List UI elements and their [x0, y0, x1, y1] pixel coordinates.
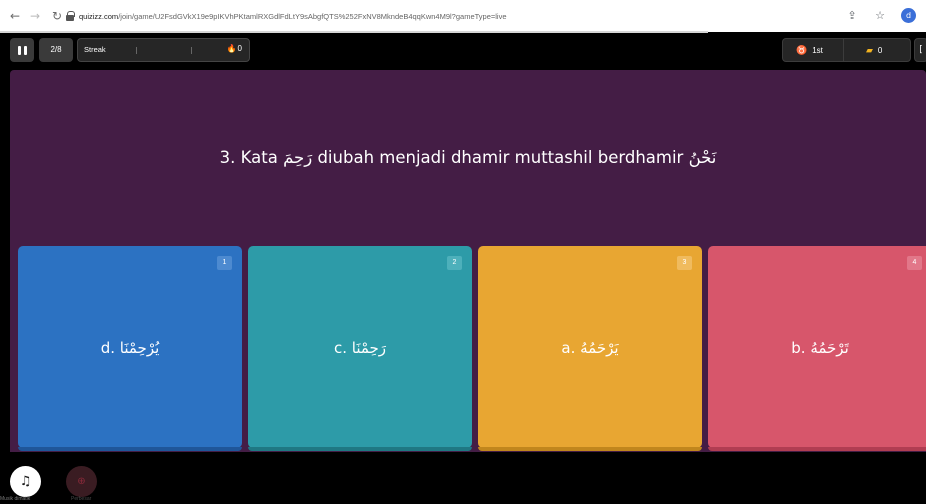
pause-icon	[17, 45, 21, 55]
forward-arrow-icon[interactable]: →	[27, 8, 43, 24]
streak-tick	[136, 47, 137, 54]
medal-icon: ♉	[796, 44, 808, 55]
url-host: quizizz.com	[79, 11, 119, 21]
streak-count-group: 🔥 0	[227, 44, 242, 53]
back-arrow-icon[interactable]: ←	[7, 8, 23, 24]
rank-text: 1st	[812, 45, 823, 55]
bookmark-star-icon[interactable]: ☆	[873, 9, 887, 23]
options-area: 1 d. يُرْحِمْنَا 2 c. رَحِمْنَا 3 a. يَر…	[10, 240, 926, 452]
question-counter: 2/8	[39, 38, 73, 62]
answer-option-2[interactable]: 2 c. رَحِمْنَا	[248, 246, 472, 451]
zoom-button[interactable]: ⊕	[66, 466, 97, 497]
reload-icon[interactable]: ↻	[49, 8, 65, 24]
option-number: 1	[217, 256, 232, 270]
zoom-label: Perbesar	[71, 496, 92, 502]
music-toggle-button[interactable]: ♫	[10, 466, 41, 497]
option-text: b. تَرْحَمُهُ	[791, 339, 849, 357]
leaderboard-box[interactable]: ♉ 1st ▰ 0	[782, 38, 911, 62]
lock-icon	[66, 11, 75, 21]
divider	[843, 39, 844, 61]
music-label: Musik dimatik	[0, 496, 31, 502]
fullscreen-button[interactable]: [	[914, 38, 926, 62]
url-text: quizizz.com/join/game/U2FsdGVkX19e9pIKVh…	[79, 12, 507, 21]
answer-option-4[interactable]: 4 b. تَرْحَمُهُ	[708, 246, 926, 451]
bottom-bar: ♫ Musik dimatik ⊕ Perbesar	[0, 452, 926, 504]
browser-toolbar: ← → ↻ quizizz.com/join/game/U2FsdGVkX19e…	[0, 0, 926, 33]
share-icon[interactable]: ⇪	[845, 9, 859, 23]
option-text: c. رَحِمْنَا	[333, 339, 387, 357]
option-text: a. يَرْحَمُهُ	[561, 339, 619, 357]
answer-option-1[interactable]: 1 d. يُرْحِمْنَا	[18, 246, 242, 451]
option-number: 2	[447, 256, 462, 270]
rank-item: ♉ 1st	[796, 39, 823, 61]
streak-tick	[191, 47, 192, 54]
coins-icon: ▰	[866, 44, 873, 55]
question-panel: 3. Kata رَحِمَ diubah menjadi dhamir mut…	[10, 70, 926, 245]
pause-button[interactable]	[10, 38, 34, 62]
profile-avatar[interactable]: d	[901, 8, 916, 23]
url-path: /join/game/U2FsdGVkX19e9pIKVhPKtamlRXGdl…	[118, 11, 507, 21]
streak-label: Streak	[84, 45, 106, 54]
option-number: 3	[677, 256, 692, 270]
zoom-icon: ⊕	[77, 476, 86, 487]
question-text: 3. Kata رَحِمَ diubah menjadi dhamir mut…	[219, 148, 717, 167]
coins-item: ▰ 0	[866, 39, 882, 61]
address-bar[interactable]: quizizz.com/join/game/U2FsdGVkX19e9pIKVh…	[66, 6, 706, 26]
answer-option-3[interactable]: 3 a. يَرْحَمُهُ	[478, 246, 702, 451]
fire-icon: 🔥	[226, 44, 237, 53]
streak-bar: Streak 🔥 0	[77, 38, 250, 62]
coins-count: 0	[877, 45, 883, 55]
option-text: d. يُرْحِمْنَا	[100, 339, 160, 357]
option-number: 4	[907, 256, 922, 270]
game-topbar: 2/8 Streak 🔥 0 ♉ 1st ▰ 0 [	[0, 33, 926, 70]
streak-count: 0	[237, 44, 242, 53]
music-off-icon: ♫	[19, 474, 32, 489]
